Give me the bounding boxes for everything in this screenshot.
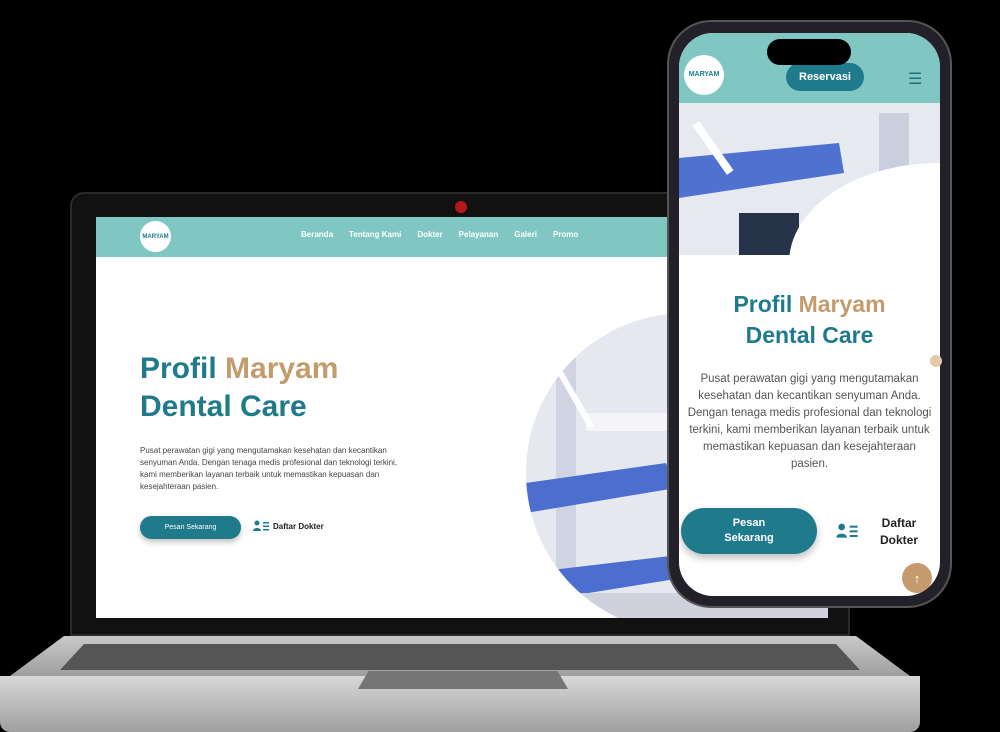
- nav-item-promo[interactable]: Promo: [553, 230, 578, 239]
- reservasi-button[interactable]: Reservasi: [786, 63, 864, 91]
- mobile-title-part1: Profil: [733, 291, 799, 317]
- mobile-pesan-sekarang-button[interactable]: Pesan Sekarang: [681, 508, 817, 554]
- desktop-nav-menu: Beranda Tentang Kami Dokter Pelayanan Ga…: [301, 230, 578, 239]
- mobile-title-part2: Dental Care: [745, 322, 874, 348]
- hamburger-icon[interactable]: ☰: [908, 69, 922, 89]
- hero-title-part2: Dental Care: [140, 390, 307, 423]
- mobile-hero-description: Pusat perawatan gigi yang mengutamakan k…: [687, 373, 932, 470]
- nav-item-beranda[interactable]: Beranda: [301, 230, 333, 239]
- hero-title-accent: Maryam: [225, 352, 339, 385]
- phone-screen: MARYAM Reservasi ☰ Profil Maryam Dental …: [679, 33, 940, 596]
- hero-title-part1: Profil: [140, 352, 226, 385]
- hero-title: Profil Maryam Dental Care: [140, 350, 440, 426]
- mobile-logo[interactable]: MARYAM: [684, 55, 724, 95]
- mobile-daftar-dokter-link[interactable]: Daftar Dokter: [869, 515, 929, 549]
- dynamic-island: [767, 39, 851, 65]
- nav-item-pelayanan[interactable]: Pelayanan: [459, 230, 499, 239]
- logo-text: MARYAM: [142, 233, 169, 240]
- laptop-keyboard: [60, 644, 860, 670]
- hero-description: Pusat perawatan gigi yang mengutamakan k…: [140, 446, 398, 491]
- mobile-doctor-list-icon[interactable]: [836, 523, 858, 539]
- nav-item-tentang-kami[interactable]: Tentang Kami: [349, 230, 401, 239]
- nav-item-galeri[interactable]: Galeri: [514, 230, 537, 239]
- pesan-sekarang-button[interactable]: Pesan Sekarang: [140, 516, 241, 539]
- laptop-trackpad: [358, 671, 568, 689]
- logo[interactable]: MARYAM: [140, 221, 171, 252]
- daftar-dokter-label: Daftar Dokter: [273, 521, 324, 531]
- camera-dot: [455, 201, 467, 213]
- arrow-up-icon[interactable]: ↑: [902, 563, 932, 593]
- mobile-logo-text: MARYAM: [688, 71, 720, 78]
- daftar-dokter-link[interactable]: Daftar Dokter: [253, 520, 324, 532]
- mobile-title-accent: Maryam: [798, 291, 886, 317]
- mobile-hero-title: Profil Maryam Dental Care: [679, 289, 940, 351]
- doctor-list-icon: [253, 520, 269, 531]
- side-indicator-dot: [930, 355, 942, 367]
- nav-item-dokter[interactable]: Dokter: [417, 230, 442, 239]
